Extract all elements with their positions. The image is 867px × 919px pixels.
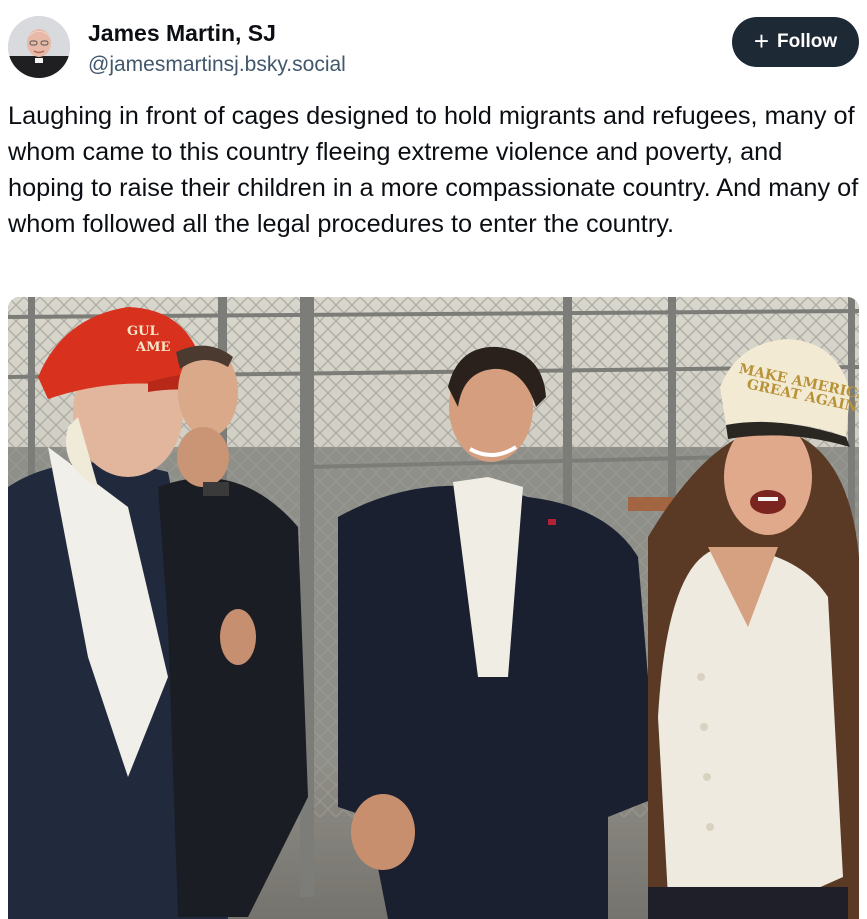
red-hat-text-1: GUL xyxy=(127,324,159,339)
plus-icon: + xyxy=(753,25,770,56)
follow-button[interactable]: + Follow xyxy=(732,17,859,67)
follow-button-label: Follow xyxy=(777,31,838,52)
post-header: James Martin, SJ @jamesmartinsj.bsky.soc… xyxy=(0,0,867,92)
author-display-name[interactable]: James Martin, SJ xyxy=(88,20,276,47)
post-text: Laughing in front of cages designed to h… xyxy=(8,102,859,238)
red-hat-text-2: AME xyxy=(135,340,170,355)
author-handle[interactable]: @jamesmartinsj.bsky.social xyxy=(88,53,346,77)
photo-scene: GUL AME MAKE AMERICA GREAT AGAIN xyxy=(8,297,859,919)
post-image[interactable]: GUL AME MAKE AMERICA GREAT AGAIN xyxy=(8,297,859,919)
profile-photo-icon xyxy=(8,16,70,78)
author-avatar[interactable] xyxy=(8,16,70,78)
